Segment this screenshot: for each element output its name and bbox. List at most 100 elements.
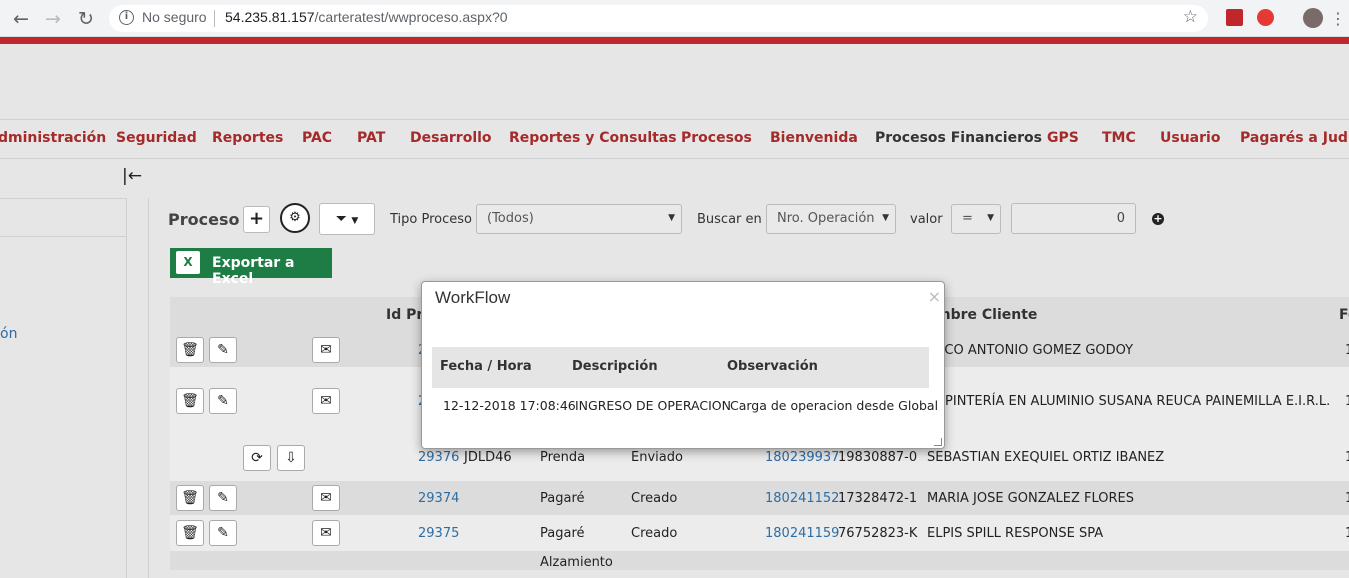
row-rut: 19830887-0 <box>838 450 918 465</box>
url-path: /carteratest/wwproceso.aspx?0 <box>314 9 508 25</box>
table-row: 🗑 ✎ ✉ 29375 Pagaré Creado 180241159 7675… <box>170 515 1349 551</box>
row-client: MARIA JOSE GONZALEZ FLORES <box>927 491 1134 506</box>
url-text[interactable]: 54.235.81.157/carteratest/wwproceso.aspx… <box>225 9 508 25</box>
table-row: Alzamiento <box>170 551 1349 570</box>
menu-reportes-consultas[interactable]: Reportes y Consultas <box>509 130 677 146</box>
download-doc-icon[interactable]: ⇩ <box>277 445 305 471</box>
row-type: Prenda <box>540 450 586 465</box>
header-accent-stripe <box>0 37 1349 44</box>
row-operation[interactable]: 180239937 <box>765 450 839 465</box>
trash-icon[interactable]: 🗑 <box>176 388 204 414</box>
settings-gear-icon[interactable]: ⚙ <box>280 203 310 233</box>
row-id[interactable]: 29376 <box>418 450 459 465</box>
menu-procesos-financieros[interactable]: Procesos Financieros <box>875 130 1042 146</box>
resize-handle[interactable] <box>934 438 942 446</box>
row-client: SEBASTIAN EXEQUIEL ORTIZ IBANEZ <box>927 450 1165 465</box>
page-title: Proceso <box>168 210 240 229</box>
row-rut: 17328472-1 <box>838 491 918 506</box>
menu-procesos[interactable]: Procesos <box>681 130 752 146</box>
extension-badge-icon[interactable] <box>1257 9 1274 26</box>
menu-usuario[interactable]: Usuario <box>1160 130 1220 146</box>
row-type: Pagaré <box>540 491 585 506</box>
menu-pac[interactable]: PAC <box>302 130 332 146</box>
modal-cell-descripcion: INGRESO DE OPERACION <box>575 398 731 413</box>
buscar-en-select[interactable]: Nro. Operación ▼ <box>766 204 896 234</box>
profile-avatar[interactable] <box>1303 8 1323 28</box>
security-label: No seguro <box>142 9 207 25</box>
menu-pagares-judicial[interactable]: Pagarés a Judici <box>1240 130 1349 146</box>
header-fecha[interactable]: Fe <box>1339 307 1349 323</box>
mail-icon[interactable]: ✉ <box>312 388 340 414</box>
export-excel-button[interactable]: X Exportar a Excel <box>170 248 332 287</box>
trash-icon[interactable]: 🗑 <box>176 520 204 546</box>
edit-pencil-icon[interactable]: ✎ <box>209 520 237 546</box>
buscar-en-value: Nro. Operación <box>777 211 875 226</box>
table-row: 🗑 ✎ ✉ 29374 Pagaré Creado 180241152 1732… <box>170 481 1349 515</box>
modal-title: WorkFlow <box>435 288 511 307</box>
row-state: Enviado <box>631 450 683 465</box>
chevron-down-icon: ▼ <box>668 213 675 223</box>
edit-pencil-icon[interactable]: ✎ <box>209 388 237 414</box>
modal-header-fecha: Fecha / Hora <box>440 359 532 374</box>
operator-select[interactable]: = ▼ <box>951 204 1001 234</box>
menu-reportes[interactable]: Reportes <box>212 130 283 146</box>
workflow-modal: WorkFlow × Fecha / Hora Descripción Obse… <box>421 281 945 449</box>
mail-icon[interactable]: ✉ <box>312 485 340 511</box>
row-id[interactable]: 29374 <box>418 491 459 506</box>
operator-value: = <box>962 211 973 226</box>
row-type: Alzamiento <box>540 555 613 570</box>
filter-dropdown-button[interactable]: ⏷ ▼ <box>319 203 375 235</box>
filter-icon: ⏷ <box>335 211 347 227</box>
modal-cell-observacion: Carga de operacion desde Global <box>730 398 939 413</box>
header-nombre-cliente[interactable]: mbre Cliente <box>936 307 1037 323</box>
collapse-sidebar-icon[interactable]: |← <box>122 166 142 186</box>
sidebar-header <box>0 198 127 237</box>
address-bar[interactable]: i No seguro 54.235.81.157/carteratest/ww… <box>109 5 1208 32</box>
kebab-menu-icon[interactable]: ⋮ <box>1325 6 1349 32</box>
add-filter-icon[interactable]: + <box>1152 213 1164 225</box>
menu-gps[interactable]: GPS <box>1047 130 1079 146</box>
menu-administracion[interactable]: dministración <box>0 130 106 146</box>
info-icon[interactable]: i <box>119 10 134 25</box>
row-client: RCO ANTONIO GOMEZ GODOY <box>936 343 1134 358</box>
reload-icon[interactable]: ↻ <box>73 6 99 32</box>
trash-icon[interactable]: 🗑 <box>176 337 204 363</box>
back-arrow-icon[interactable]: ← <box>8 6 34 32</box>
menu-bienvenida[interactable]: Bienvenida <box>770 130 858 146</box>
close-icon[interactable]: × <box>928 287 941 306</box>
bookmark-star-icon[interactable]: ☆ <box>1183 7 1198 27</box>
mail-icon[interactable]: ✉ <box>312 520 340 546</box>
row-date: 1 <box>1345 343 1349 358</box>
sidebar-link[interactable]: ón <box>0 326 17 342</box>
chevron-down-icon: ▼ <box>987 213 994 223</box>
row-type: Pagaré <box>540 526 585 541</box>
row-state: Creado <box>631 491 678 506</box>
modal-header-observacion: Observación <box>727 359 818 374</box>
menu-seguridad[interactable]: Seguridad <box>116 130 197 146</box>
sidebar: ón <box>0 198 127 578</box>
menu-tmc[interactable]: TMC <box>1102 130 1136 146</box>
edit-pencil-icon[interactable]: ✎ <box>209 337 237 363</box>
row-client: RPINTERÍA EN ALUMINIO SUSANA REUCA PAINE… <box>936 394 1331 409</box>
menu-desarrollo[interactable]: Desarrollo <box>410 130 492 146</box>
excel-icon: X <box>176 251 200 274</box>
sync-icon[interactable]: ⟳ <box>243 445 271 471</box>
tipo-proceso-value: (Todos) <box>487 211 534 226</box>
forward-arrow-icon[interactable]: → <box>40 6 66 32</box>
search-value-input[interactable]: 0 <box>1011 203 1136 234</box>
menu-pat[interactable]: PAT <box>357 130 385 146</box>
edit-pencil-icon[interactable]: ✎ <box>209 485 237 511</box>
modal-header-descripcion: Descripción <box>572 359 658 374</box>
add-button[interactable]: + <box>243 206 270 233</box>
browser-toolbar: ← → ↻ i No seguro 54.235.81.157/carterat… <box>0 0 1349 37</box>
row-state: Creado <box>631 526 678 541</box>
row-operation[interactable]: 180241152 <box>765 491 839 506</box>
trash-icon[interactable]: 🗑 <box>176 485 204 511</box>
tipo-proceso-select[interactable]: (Todos) ▼ <box>476 204 682 234</box>
row-code: JDLD46 <box>464 450 512 465</box>
pdf-extension-icon[interactable] <box>1226 9 1243 26</box>
row-date: 1 <box>1345 450 1349 465</box>
mail-icon[interactable]: ✉ <box>312 337 340 363</box>
row-id[interactable]: 29375 <box>418 526 459 541</box>
row-operation[interactable]: 180241159 <box>765 526 839 541</box>
